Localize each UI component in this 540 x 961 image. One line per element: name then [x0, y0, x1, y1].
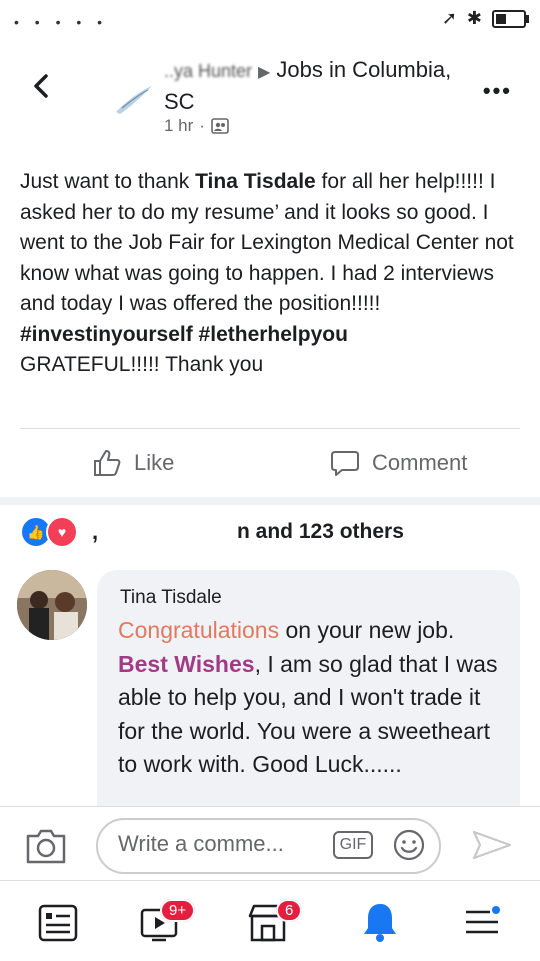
reactions-text[interactable]: n and 123 others [237, 520, 404, 544]
signal-dots: • • • • • [14, 14, 109, 30]
love-reaction-icon: ♥ [46, 516, 78, 548]
like-label: Like [134, 450, 175, 475]
marketplace-badge-wrap: 6 [276, 899, 303, 922]
meta-separator: · [199, 116, 205, 135]
comment-highlight-congrats: Congratulations [118, 617, 280, 643]
section-divider [0, 497, 540, 505]
comment-text: Congratulations on your new job. Best Wi… [118, 614, 510, 782]
comment-input[interactable] [116, 830, 330, 858]
post-text-closing: GRATEFUL!!!!! Thank you [20, 353, 264, 376]
comment-button[interactable]: Comment [330, 448, 467, 478]
menu-icon [466, 906, 500, 934]
group-privacy-icon [211, 118, 229, 134]
avatar-photo [17, 570, 87, 640]
video-badge: 9+ [160, 899, 196, 922]
nav-menu[interactable] [458, 898, 506, 946]
reaction-separator: , [92, 519, 99, 544]
bluetooth-icon: ✱ [466, 8, 482, 28]
smiley-icon [393, 829, 425, 861]
nav-news-feed[interactable] [34, 898, 82, 946]
comment-text-part: on your new job. [279, 617, 455, 643]
news-feed-icon [38, 904, 78, 942]
status-bar: • • • • • ➚ ✱ [0, 0, 540, 38]
commenter-avatar[interactable] [17, 570, 87, 640]
send-arrow-icon [472, 830, 512, 860]
comment-input-box[interactable] [96, 818, 441, 874]
battery-icon [492, 9, 529, 28]
emoji-button[interactable] [392, 828, 426, 862]
gif-button[interactable]: GIF [333, 831, 373, 859]
back-button[interactable] [28, 72, 56, 100]
more-options-icon[interactable]: ••• [483, 78, 512, 104]
divider [20, 428, 520, 429]
feather-logo-icon [116, 86, 152, 114]
marketplace-badge: 6 [276, 899, 303, 922]
tagged-name[interactable]: Tina Tisdale [195, 170, 316, 193]
camera-button[interactable] [24, 826, 68, 866]
author-name[interactable]: ..ya Hunter [164, 61, 252, 81]
nav-notifications[interactable] [356, 898, 404, 946]
share-arrow-icon: ▶ [258, 64, 271, 81]
video-badge-wrap: 9+ [160, 899, 196, 922]
status-icons: ➚ ✱ [441, 8, 529, 29]
post-hashtags[interactable]: #investinyourself #letherhelpyou [20, 323, 348, 346]
author-avatar[interactable] [112, 82, 156, 118]
comment-author[interactable]: Tina Tisdale [120, 587, 222, 609]
send-button[interactable] [470, 828, 514, 862]
location-arrow-icon: ➚ [441, 8, 457, 28]
comment-bubble-icon [331, 451, 359, 476]
like-button[interactable]: Like [92, 448, 174, 478]
post-text-intro: Just want to thank [20, 170, 196, 193]
post-time[interactable]: 1 hr [164, 116, 193, 136]
post-title: ..ya Hunter ▶ Jobs in Columbia, SC [164, 55, 484, 116]
back-arrow-icon [34, 74, 48, 98]
thumbs-up-icon [94, 450, 121, 476]
camera-icon [26, 829, 66, 864]
post-meta: 1 hr · [164, 116, 229, 136]
bell-icon [364, 904, 396, 942]
reactions-summary[interactable]: 👍 ♥ , [20, 516, 98, 548]
comment-highlight-wishes: Best Wishes [118, 650, 255, 677]
comment-label: Comment [372, 450, 468, 475]
post-body: Just want to thank Tina Tisdale for all … [20, 167, 525, 381]
